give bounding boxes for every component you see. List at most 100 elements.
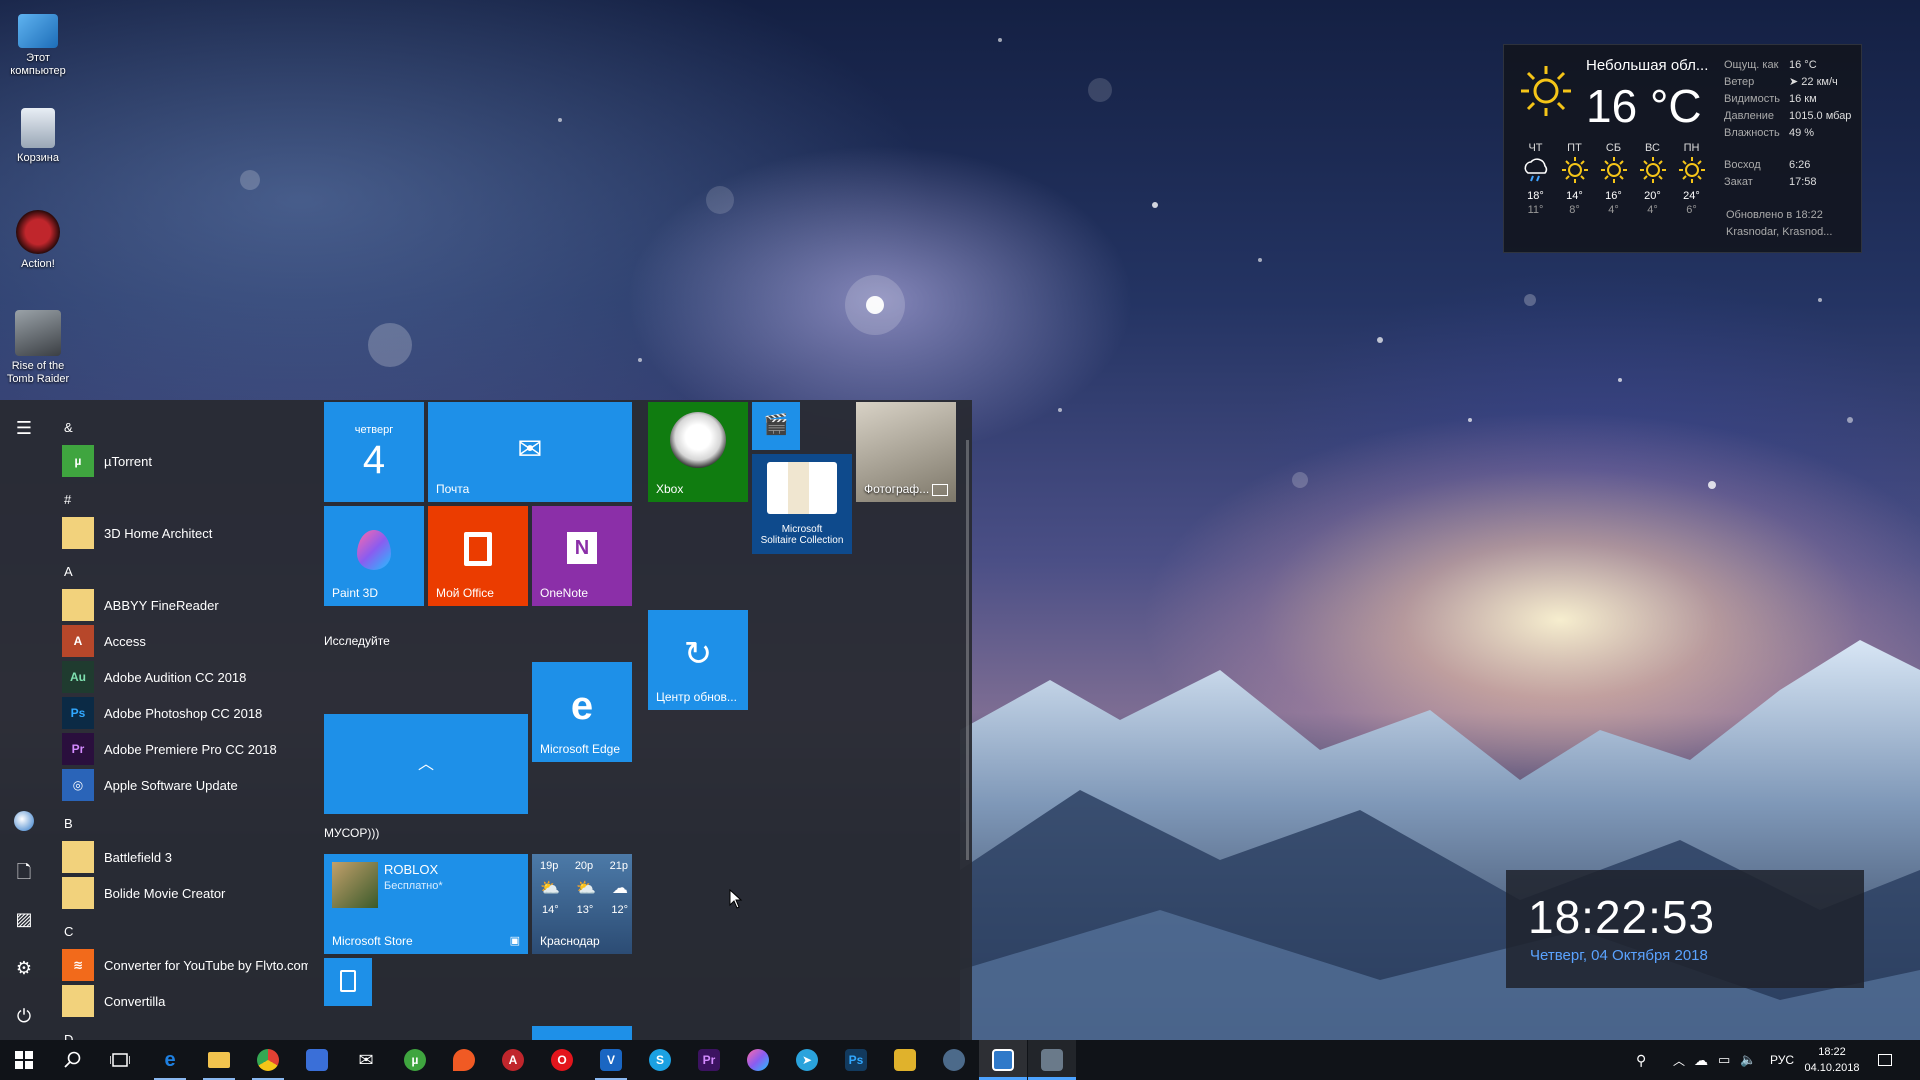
document-icon[interactable]: 🗋 bbox=[12, 860, 36, 884]
sunset-value: 17:58 bbox=[1789, 176, 1817, 188]
taskbar-file-explorer[interactable] bbox=[195, 1040, 243, 1080]
user-avatar-icon[interactable] bbox=[12, 811, 36, 835]
tray-overflow[interactable]: ︿ bbox=[1673, 1040, 1685, 1080]
power-icon[interactable]: ⏻ bbox=[12, 1004, 36, 1028]
weather-widget[interactable]: Небольшая обл... 16 °C Ощущ. как 16 °C Ве… bbox=[1503, 44, 1862, 253]
tile-photos[interactable]: Фотограф... bbox=[856, 402, 956, 502]
tray-people[interactable]: ⚲ bbox=[1636, 1040, 1646, 1080]
sun-icon bbox=[1600, 157, 1627, 183]
taskbar-paint3d[interactable] bbox=[734, 1040, 782, 1080]
desktop-icon-computer[interactable]: Этот компьютер bbox=[0, 10, 76, 78]
file-explorer-icon bbox=[208, 1052, 230, 1068]
taskbar-mail[interactable]: ✉ bbox=[342, 1040, 390, 1080]
sunset-label: Закат bbox=[1724, 176, 1753, 188]
app-item-apple-software-update[interactable]: ◎ Apple Software Update bbox=[62, 769, 308, 801]
app-item-3d-home-architect[interactable]: 3D Home Architect ⌄ bbox=[62, 517, 308, 549]
app-item-adobe-photoshop[interactable]: Ps Adobe Photoshop CC 2018 bbox=[62, 697, 308, 729]
tile-xbox[interactable]: Xbox bbox=[648, 402, 748, 502]
taskbar-action[interactable]: A bbox=[489, 1040, 537, 1080]
app-item-abbyy-finereader[interactable]: ABBYY FineReader ⌄ bbox=[62, 589, 308, 621]
app-item-access[interactable]: A Access bbox=[62, 625, 308, 657]
start-scrollbar[interactable] bbox=[966, 440, 969, 860]
tile-calculator[interactable] bbox=[324, 958, 372, 1006]
app-item-convertilla[interactable]: Convertilla ⌄ bbox=[62, 985, 308, 1017]
tile-movies[interactable]: 🎬 bbox=[752, 402, 800, 450]
taskbar-desktop-app[interactable] bbox=[1028, 1040, 1076, 1080]
taskbar-chrome[interactable] bbox=[244, 1040, 292, 1080]
tile-solitaire[interactable]: Microsoft Solitaire Collection bbox=[752, 454, 852, 554]
section-letter[interactable]: D bbox=[64, 1032, 73, 1040]
app-name: Convertilla bbox=[104, 993, 166, 1009]
tile-weather[interactable]: 19p 20p 21p ⛅ ⛅ ☁ 14° 13° 12° Краснодар bbox=[532, 854, 632, 954]
tile-calendar[interactable]: четверг 4 bbox=[324, 402, 424, 502]
taskbar-photoshop[interactable]: Ps bbox=[832, 1040, 880, 1080]
tile-mail[interactable]: ✉ Почта bbox=[428, 402, 632, 502]
app-item-utorrent[interactable]: µ µTorrent bbox=[62, 445, 308, 477]
tile-store[interactable]: ROBLOX Бесплатно* Microsoft Store ▣ bbox=[324, 854, 528, 954]
section-letter[interactable]: C bbox=[64, 924, 73, 939]
taskbar-edge[interactable]: e bbox=[146, 1040, 194, 1080]
section-letter[interactable]: & bbox=[64, 420, 73, 435]
forecast-low: 4° bbox=[1608, 204, 1619, 216]
hamburger-icon[interactable]: ☰ bbox=[12, 416, 36, 440]
group-title-explore[interactable]: Исследуйте bbox=[324, 634, 390, 648]
taskbar-telegram[interactable]: ➤ bbox=[783, 1040, 831, 1080]
desktop-icon-tomb-raider[interactable]: Rise of the Tomb Raider bbox=[0, 310, 76, 386]
desktop-icon-action[interactable]: Action! bbox=[0, 210, 76, 271]
section-letter[interactable]: B bbox=[64, 816, 73, 831]
taskbar-utorrent[interactable]: µ bbox=[391, 1040, 439, 1080]
tray-network[interactable]: ▭ bbox=[1718, 1040, 1730, 1080]
taskbar-opera[interactable]: O bbox=[538, 1040, 586, 1080]
taskbar-steam[interactable] bbox=[930, 1040, 978, 1080]
task-view-button[interactable] bbox=[96, 1040, 144, 1080]
app-name: Battlefield 3 bbox=[104, 849, 172, 865]
app-item-adobe-audition[interactable]: Au Adobe Audition CC 2018 bbox=[62, 661, 308, 693]
taskbar-maps[interactable] bbox=[440, 1040, 488, 1080]
store-app-price: Бесплатно* bbox=[384, 880, 443, 892]
tile-office[interactable]: Мой Office bbox=[428, 506, 528, 606]
forecast-high: 18° bbox=[1527, 190, 1544, 202]
tile-collapse-group[interactable]: ︿ bbox=[324, 714, 528, 814]
tile-label: Центр обнов... bbox=[656, 690, 737, 704]
tray-onedrive[interactable]: ☁ bbox=[1694, 1040, 1708, 1080]
start-button[interactable] bbox=[0, 1040, 48, 1080]
tray-clock[interactable]: 18:22 04.10.2018 bbox=[1800, 1044, 1864, 1076]
tile-label: Мой Office bbox=[436, 586, 494, 600]
sun-icon bbox=[1561, 157, 1588, 183]
pictures-icon[interactable]: ▨ bbox=[12, 907, 36, 931]
app-item-converter-youtube[interactable]: ≋ Converter for YouTube by Flvto.com bbox=[62, 949, 308, 981]
tile-update-center[interactable]: ↻ Центр обнов... bbox=[648, 610, 748, 710]
taskbar-skype[interactable]: S bbox=[636, 1040, 684, 1080]
group-title-trash[interactable]: МУСОР))) bbox=[324, 826, 379, 840]
action-icon: A bbox=[502, 1049, 524, 1071]
tile-partial[interactable] bbox=[532, 1026, 632, 1040]
tile-label: Почта bbox=[436, 482, 470, 496]
settings-icon[interactable]: ⚙ bbox=[12, 956, 36, 980]
section-letter[interactable]: A bbox=[64, 564, 73, 579]
taskbar-system-app[interactable] bbox=[979, 1040, 1027, 1080]
tray-action-center[interactable] bbox=[1878, 1040, 1892, 1080]
folder-icon bbox=[62, 985, 94, 1017]
tile-onenote[interactable]: N OneNote bbox=[532, 506, 632, 606]
tile-edge[interactable]: e Microsoft Edge bbox=[532, 662, 632, 762]
desktop-icon-recycle-bin[interactable]: Корзина bbox=[0, 108, 76, 165]
search-button[interactable] bbox=[48, 1040, 96, 1080]
app-item-bolide-movie-creator[interactable]: Bolide Movie Creator ⌄ bbox=[62, 877, 308, 909]
tile-paint3d[interactable]: Paint 3D bbox=[324, 506, 424, 606]
edge-icon: e bbox=[164, 1048, 176, 1071]
forecast-high: 16° bbox=[1605, 190, 1622, 202]
weather-hour: 19p bbox=[540, 860, 559, 872]
taskbar-premiere[interactable]: Pr bbox=[685, 1040, 733, 1080]
tray-volume[interactable]: 🔈 bbox=[1740, 1040, 1756, 1080]
section-letter[interactable]: # bbox=[64, 492, 71, 507]
app-item-adobe-premiere[interactable]: Pr Adobe Premiere Pro CC 2018 bbox=[62, 733, 308, 765]
taskbar-vegas[interactable]: V bbox=[587, 1040, 635, 1080]
taskbar-store[interactable] bbox=[293, 1040, 341, 1080]
tray-language[interactable]: РУС bbox=[1770, 1040, 1794, 1080]
detail-label: Давление bbox=[1724, 110, 1775, 122]
sunrise-value: 6:26 bbox=[1789, 159, 1811, 171]
taskbar-game-folder[interactable] bbox=[881, 1040, 929, 1080]
app-item-battlefield-3[interactable]: Battlefield 3 ⌄ bbox=[62, 841, 308, 873]
detail-label: Ощущ. как bbox=[1724, 59, 1779, 71]
tile-label: Paint 3D bbox=[332, 586, 379, 600]
